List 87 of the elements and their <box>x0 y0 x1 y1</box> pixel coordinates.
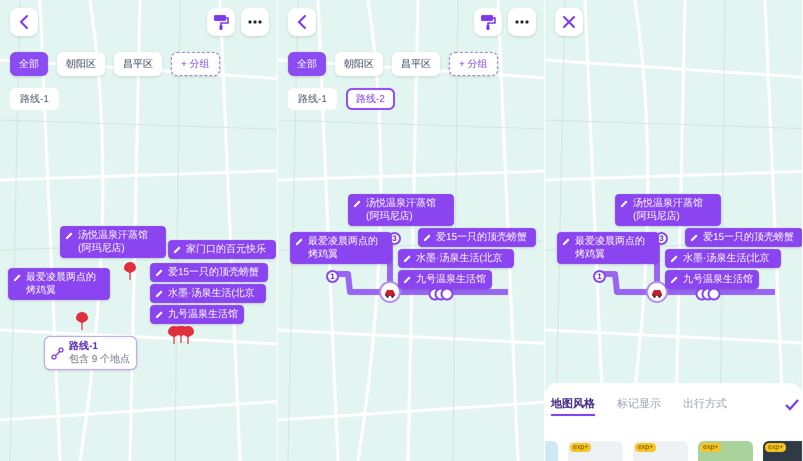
place-label[interactable]: 九号温泉生活馆 <box>150 305 244 324</box>
filter-chip[interactable]: 朝阳区 <box>57 52 105 76</box>
sheet-tab[interactable]: 出行方式 <box>683 397 727 416</box>
place-label[interactable]: 最爱凌晨两点的烤鸡翼 <box>8 268 110 300</box>
place-name: 九号温泉生活馆 <box>683 273 753 286</box>
place-name: 汤悦温泉汗蒸馆(阿玛尼店) <box>366 197 437 223</box>
back-button[interactable] <box>10 8 38 36</box>
sheet-tab[interactable]: 标记显示 <box>617 397 661 416</box>
pencil-icon <box>155 268 164 277</box>
pencil-icon <box>65 231 74 240</box>
place-label[interactable]: 家门口的百元快乐 <box>168 240 276 259</box>
place-name: 九号温泉生活馆 <box>168 308 238 321</box>
place-label[interactable]: 最爱凌晨两点的烤鸡翼 <box>557 232 659 264</box>
close-icon <box>562 15 576 29</box>
place-name: 最爱凌晨两点的烤鸡翼 <box>575 235 646 261</box>
place-label[interactable]: 爱15一只的顶壳螃蟹 <box>685 228 802 247</box>
place-name: 汤悦温泉汗蒸馆(阿玛尼店) <box>633 197 704 223</box>
place-label[interactable]: 汤悦温泉汗蒸馆(阿玛尼店) <box>615 194 721 226</box>
place-label[interactable]: 汤悦温泉汗蒸馆(阿玛尼店) <box>60 226 166 258</box>
place-name: 水墨·汤泉生活(北京 <box>416 252 503 265</box>
route-tab[interactable]: 路线-1 <box>288 88 337 110</box>
paint-roller-icon <box>480 14 496 30</box>
place-name: 爱15一只的顶壳螃蟹 <box>703 231 794 244</box>
pencil-icon <box>173 245 182 254</box>
place-name: 最爱凌晨两点的烤鸡翼 <box>308 235 379 261</box>
route-title: 路线-1 <box>69 340 99 353</box>
route-icon <box>51 346 64 360</box>
paint-roller-button[interactable] <box>474 8 502 36</box>
back-button[interactable] <box>288 8 316 36</box>
filter-chip[interactable]: 朝阳区 <box>335 52 383 76</box>
route-tab[interactable]: 路线-2 <box>346 88 395 110</box>
paint-roller-button[interactable] <box>207 8 235 36</box>
route-card[interactable]: 路线-1 包含 9 个地点 <box>44 336 138 370</box>
pencil-icon <box>690 233 699 242</box>
place-name: 家门口的百元快乐 <box>186 243 266 256</box>
close-button[interactable] <box>555 8 583 36</box>
place-label[interactable]: 汤悦温泉汗蒸馆(阿玛尼店) <box>348 194 454 226</box>
route-summary: 包含 9 个地点 <box>69 353 130 366</box>
add-group-button[interactable]: + 分组 <box>449 52 498 76</box>
place-name: 水墨·汤泉生活(北京 <box>168 287 255 300</box>
filter-chip[interactable]: 全部 <box>288 52 326 76</box>
pencil-icon <box>403 254 412 263</box>
more-button[interactable] <box>508 8 536 36</box>
pencil-icon <box>423 233 432 242</box>
stop-number: 1 <box>593 270 606 283</box>
pencil-icon <box>562 237 571 246</box>
pencil-icon <box>403 275 412 284</box>
add-group-button[interactable]: + 分组 <box>171 52 220 76</box>
pencil-icon <box>295 237 304 246</box>
sheet-tab[interactable]: 地图风格 <box>551 397 595 416</box>
more-icon <box>248 20 262 24</box>
place-name: 九号温泉生活馆 <box>416 273 486 286</box>
place-label[interactable]: 水墨·汤泉生活(北京 <box>665 249 781 268</box>
stop-number: 1 <box>326 270 339 283</box>
pencil-icon <box>620 199 629 208</box>
filter-chip[interactable]: 全部 <box>10 52 48 76</box>
check-icon <box>785 399 799 411</box>
pencil-icon <box>670 254 679 263</box>
place-label[interactable]: 九号温泉生活馆 <box>665 270 759 289</box>
back-icon <box>296 14 308 30</box>
filter-chip[interactable]: 昌平区 <box>392 52 440 76</box>
map-pin-icon <box>76 312 88 330</box>
pencil-icon <box>13 273 22 282</box>
place-label[interactable]: 水墨·汤泉生活(北京 <box>150 284 266 303</box>
place-label[interactable]: 九号温泉生活馆 <box>398 270 492 289</box>
filter-chip[interactable]: 昌平区 <box>114 52 162 76</box>
paint-roller-icon <box>213 14 229 30</box>
place-label[interactable]: 水墨·汤泉生活(北京 <box>398 249 514 268</box>
back-icon <box>18 14 30 30</box>
route-tab[interactable]: 路线-1 <box>10 88 59 110</box>
map-pin-cluster-icon <box>168 326 194 344</box>
place-name: 汤悦温泉汗蒸馆(阿玛尼店) <box>78 229 149 255</box>
place-label[interactable]: 爱15一只的顶壳螃蟹 <box>150 263 268 282</box>
place-label[interactable]: 爱15一只的顶壳螃蟹 <box>418 228 536 247</box>
more-icon <box>515 20 529 24</box>
pencil-icon <box>670 275 679 284</box>
place-label[interactable]: 最爱凌晨两点的烤鸡翼 <box>290 232 392 264</box>
pencil-icon <box>155 310 164 319</box>
map-pin-icon <box>124 262 136 280</box>
more-button[interactable] <box>241 8 269 36</box>
place-name: 最爱凌晨两点的烤鸡翼 <box>26 271 97 297</box>
place-name: 爱15一只的顶壳螃蟹 <box>168 266 260 279</box>
pencil-icon <box>353 199 362 208</box>
confirm-button[interactable] <box>784 397 800 413</box>
place-name: 爱15一只的顶壳螃蟹 <box>436 231 528 244</box>
pencil-icon <box>155 289 164 298</box>
place-name: 水墨·汤泉生活(北京 <box>683 252 770 265</box>
